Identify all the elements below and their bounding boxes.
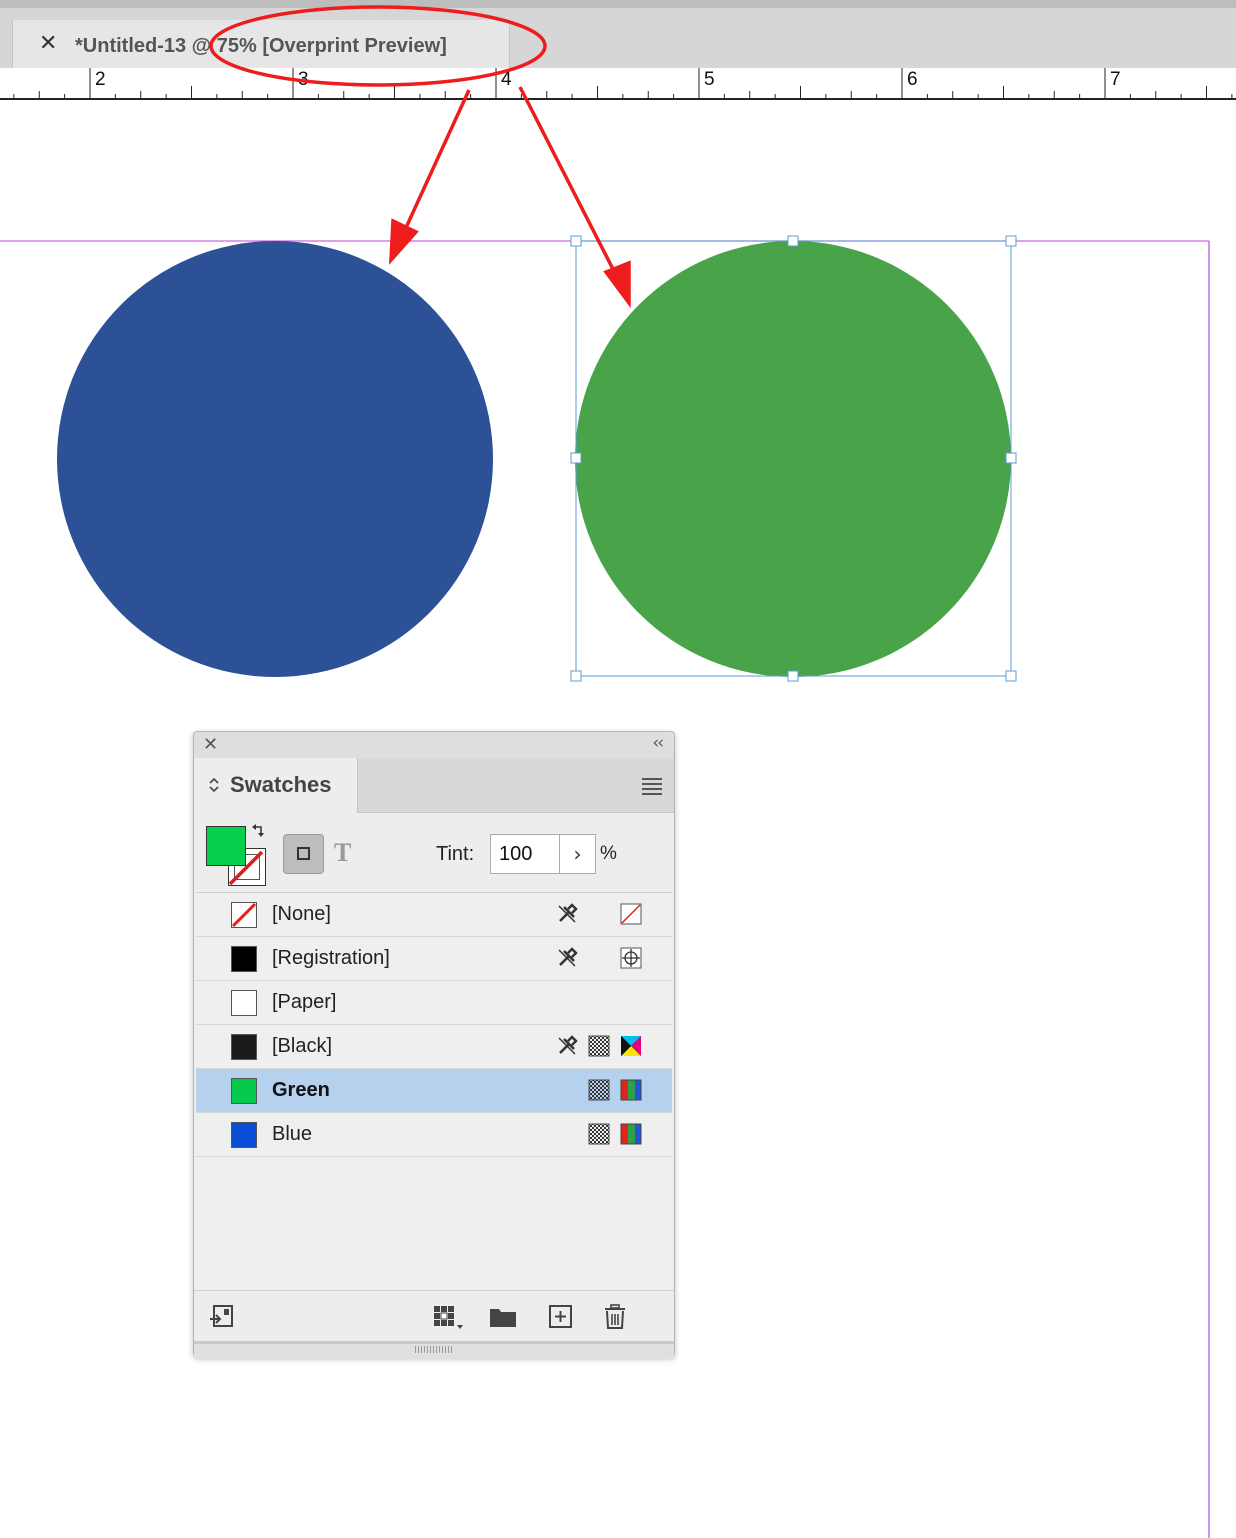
no-edit-icon	[558, 1035, 578, 1055]
panel-menu-icon[interactable]	[642, 778, 662, 798]
swatch-name: [Black]	[272, 1035, 333, 1057]
new-swatch-icon[interactable]	[547, 1303, 575, 1331]
selection-handle[interactable]	[570, 452, 582, 464]
selection-handle[interactable]	[570, 235, 582, 247]
new-color-group-icon[interactable]	[488, 1303, 518, 1331]
swatch-chip-black	[231, 1034, 257, 1060]
annotation-arrows	[388, 86, 631, 309]
blue-circle[interactable]	[57, 241, 493, 677]
swatch-name: Green	[272, 1079, 330, 1101]
selection-handle[interactable]	[570, 670, 582, 682]
swatch-row-registration[interactable]: [Registration]	[196, 937, 672, 981]
panel-resize-bar[interactable]	[194, 1341, 674, 1359]
selection-handle[interactable]	[1005, 452, 1017, 464]
annotation-arrow-left	[402, 89, 471, 233]
swatch-controls: T Tint: 100 › %	[194, 814, 674, 892]
swatch-chip-blue	[231, 1122, 257, 1148]
panel-title: Swatches	[230, 772, 332, 797]
swatch-row-none[interactable]: [None]	[196, 893, 672, 937]
selection-handle[interactable]	[787, 235, 799, 247]
panel-close-icon[interactable]: ✕	[203, 734, 218, 755]
swatch-row-black[interactable]: [Black]	[196, 1025, 672, 1069]
fill-swatch[interactable]	[206, 826, 246, 866]
show-swatch-kinds-icon[interactable]	[432, 1303, 466, 1331]
swatch-row-paper[interactable]: [Paper]	[196, 981, 672, 1025]
panel-tab-row: Swatches	[194, 758, 674, 813]
container-icon	[297, 847, 310, 860]
swatch-name: [Registration]	[272, 947, 390, 969]
rgb-mode-icon	[620, 1123, 642, 1145]
no-edit-icon	[558, 903, 578, 923]
formatting-container-button[interactable]	[283, 834, 324, 874]
annotation-arrowhead-right	[603, 260, 631, 309]
swatch-chip-paper	[231, 990, 257, 1016]
swatch-list: [None] [Registration] [Paper] [Black] Gr…	[196, 892, 672, 1291]
swatches-panel: ✕ ‹‹ Swatches T Tint: 100 › % [None] [Re…	[193, 731, 675, 1359]
panel-collapse-icon[interactable]: ‹‹	[652, 733, 664, 753]
rgb-mode-icon	[620, 1079, 642, 1101]
tint-unit: %	[600, 843, 617, 864]
process-icon	[588, 1123, 610, 1145]
resize-grip-icon[interactable]	[415, 1346, 453, 1353]
no-edit-icon	[558, 947, 578, 967]
tint-stepper-button[interactable]: ›	[559, 834, 596, 874]
swatch-name: [None]	[272, 903, 331, 925]
registration-mode-icon	[620, 947, 642, 969]
selection-handle[interactable]	[1005, 670, 1017, 682]
swatch-row-blue[interactable]: Blue	[196, 1113, 672, 1157]
tint-input[interactable]: 100	[490, 834, 560, 874]
swatch-name: [Paper]	[272, 991, 337, 1013]
annotation-ellipse	[209, 5, 547, 87]
tab-swatches[interactable]: Swatches	[194, 758, 358, 813]
panel-title-bar[interactable]: ✕ ‹‹	[194, 732, 674, 759]
swap-fill-stroke-icon[interactable]	[252, 824, 266, 838]
cmyk-mode-icon	[621, 1036, 641, 1056]
panel-bottom-toolbar	[194, 1290, 674, 1341]
process-icon	[588, 1035, 610, 1057]
formatting-text-button[interactable]: T	[334, 838, 351, 868]
process-icon	[588, 1079, 610, 1101]
annotation-arrow-right	[518, 86, 619, 278]
swatch-chip-registration	[231, 946, 257, 972]
place-swatches-icon[interactable]	[208, 1303, 236, 1331]
tint-label: Tint:	[436, 843, 475, 865]
selection-handle[interactable]	[1005, 235, 1017, 247]
swatch-row-green[interactable]: Green	[196, 1069, 672, 1113]
swatch-name: Blue	[272, 1123, 313, 1145]
green-circle[interactable]	[575, 241, 1011, 677]
swatch-chip-green	[231, 1078, 257, 1104]
tab-expand-arrows-icon[interactable]	[208, 776, 220, 794]
selection-handle[interactable]	[787, 670, 799, 682]
delete-swatch-icon[interactable]	[601, 1303, 629, 1331]
swatch-chip-none	[231, 902, 257, 928]
none-mode-icon	[620, 903, 642, 925]
